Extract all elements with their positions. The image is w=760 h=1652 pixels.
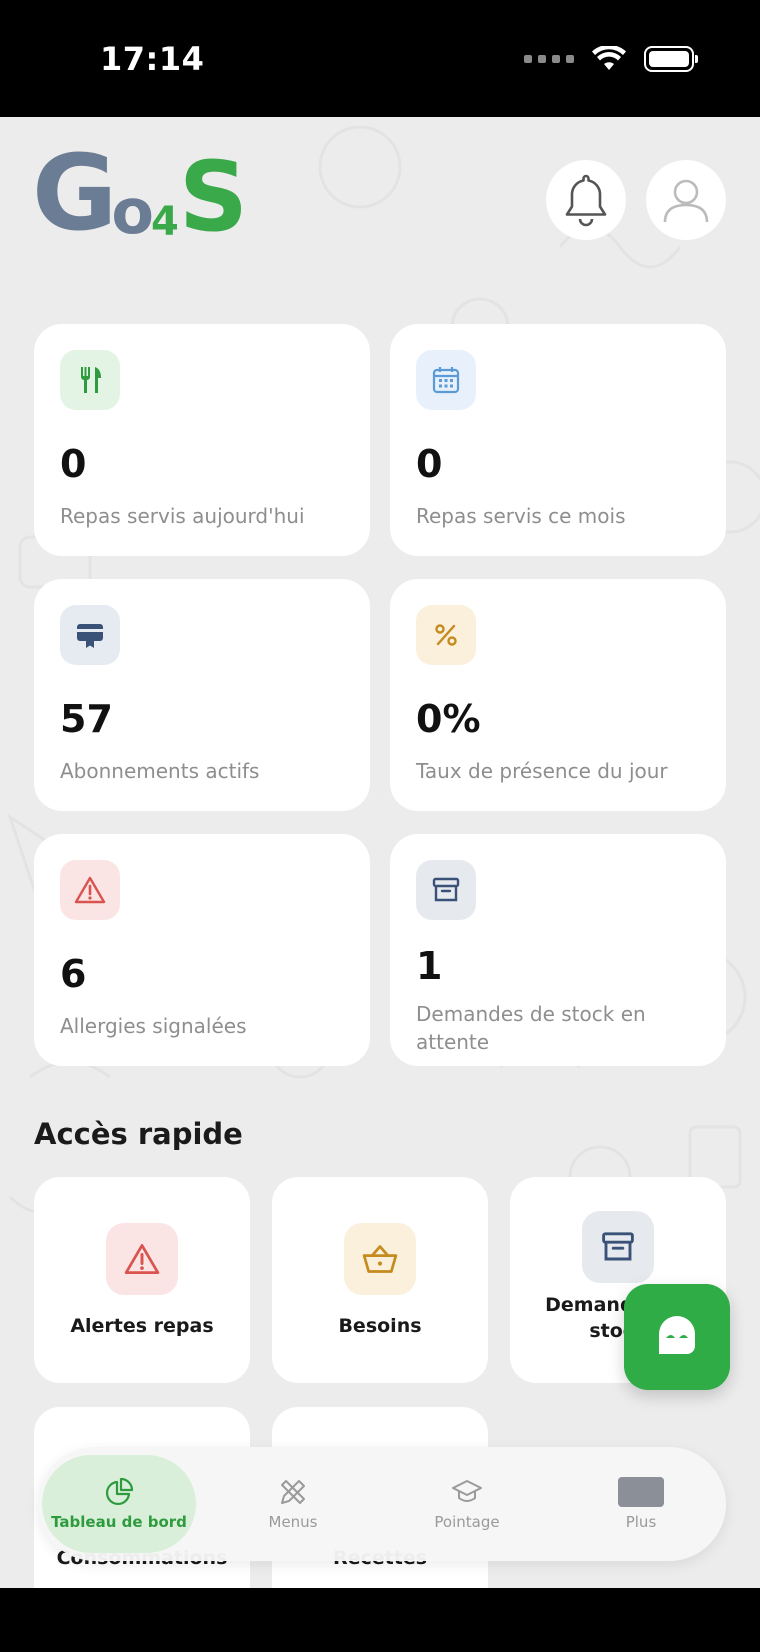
basket-icon: [362, 1245, 398, 1273]
nav-tab-menus[interactable]: Menus: [216, 1455, 370, 1553]
stat-card-allergies[interactable]: 6 Allergies signalées: [34, 834, 370, 1066]
stat-card-attendance[interactable]: 0% Taux de présence du jour: [390, 579, 726, 811]
warning-icon: [124, 1244, 160, 1274]
status-bar: 17:14: [0, 0, 760, 117]
stat-icon-box: [60, 350, 120, 410]
status-time: 17:14: [100, 40, 205, 78]
stat-label: Taux de présence du jour: [416, 759, 668, 783]
stat-card-meals-month[interactable]: 0 Repas servis ce mois: [390, 324, 726, 556]
quick-icon-box: [582, 1211, 654, 1283]
stat-value: 0: [60, 442, 87, 486]
archive-icon: [602, 1232, 634, 1261]
profile-avatar-button[interactable]: [646, 160, 726, 240]
quick-access-label: Alertes repas: [70, 1315, 214, 1337]
home-indicator-area: [0, 1588, 760, 1652]
percent-icon: [435, 624, 457, 646]
stat-icon-box: [416, 605, 476, 665]
graduation-cap-icon: [452, 1480, 482, 1502]
stat-label: Repas servis ce mois: [416, 504, 626, 528]
status-icons: [524, 46, 698, 72]
battery-icon: [644, 46, 698, 72]
user-icon: [663, 179, 709, 223]
nav-label: Plus: [625, 1513, 657, 1531]
stat-card-stock-requests[interactable]: 1 Demandes de stock en attente: [390, 834, 726, 1066]
nav-tab-more[interactable]: Plus: [564, 1455, 718, 1553]
wifi-icon: [592, 46, 626, 70]
quick-access-label: Besoins: [338, 1315, 422, 1337]
cellular-signal-icon: [524, 55, 574, 63]
card-icon: [77, 624, 103, 648]
warning-icon: [74, 876, 106, 904]
nav-label: Pointage: [434, 1513, 500, 1531]
stat-value: 1: [416, 944, 443, 988]
stat-icon-box: [416, 860, 476, 920]
chat-assistant-button[interactable]: [624, 1284, 730, 1390]
archive-icon: [432, 877, 460, 902]
nav-tab-attendance[interactable]: Pointage: [390, 1455, 544, 1553]
stat-icon-box: [60, 605, 120, 665]
stat-value: 0%: [416, 697, 481, 741]
stat-label: Allergies signalées: [60, 1014, 247, 1038]
section-title-quick-access: Accès rapide: [34, 1117, 243, 1151]
nav-label: Menus: [268, 1513, 318, 1531]
stat-card-meals-today[interactable]: 0 Repas servis aujourd'hui: [34, 324, 370, 556]
stat-value: 0: [416, 442, 443, 486]
stat-label: Repas servis aujourd'hui: [60, 504, 305, 528]
stat-icon-box: [416, 350, 476, 410]
pencil-ruler-icon: [281, 1480, 305, 1504]
stat-value: 6: [60, 952, 87, 996]
quick-access-meal-alerts[interactable]: Alertes repas: [34, 1177, 250, 1383]
bell-icon: [565, 174, 607, 227]
stat-card-subscriptions[interactable]: 57 Abonnements actifs: [34, 579, 370, 811]
chatbot-icon: [659, 1316, 695, 1354]
notifications-button[interactable]: [546, 160, 626, 240]
calendar-icon: [432, 367, 460, 394]
bottom-navigation: Tableau de bord Menus Pointage Plus: [38, 1447, 726, 1561]
utensils-icon: [81, 367, 101, 393]
quick-access-needs[interactable]: Besoins: [272, 1177, 488, 1383]
stat-value: 57: [60, 697, 113, 741]
nav-tab-dashboard[interactable]: Tableau de bord: [42, 1455, 196, 1553]
stat-icon-box: [60, 860, 120, 920]
chart-pie-icon: [105, 1477, 134, 1506]
stat-label: Demandes de stock en attente: [416, 1002, 646, 1054]
stat-label: Abonnements actifs: [60, 759, 260, 783]
more-icon: [618, 1477, 664, 1507]
nav-label: Tableau de bord: [51, 1513, 187, 1531]
app-logo: Go4S: [32, 132, 248, 254]
quick-icon-box: [344, 1223, 416, 1295]
quick-icon-box: [106, 1223, 178, 1295]
dashboard-screen: Go4S 0 Repas servis aujourd'hui 0 Repas …: [0, 117, 760, 1588]
